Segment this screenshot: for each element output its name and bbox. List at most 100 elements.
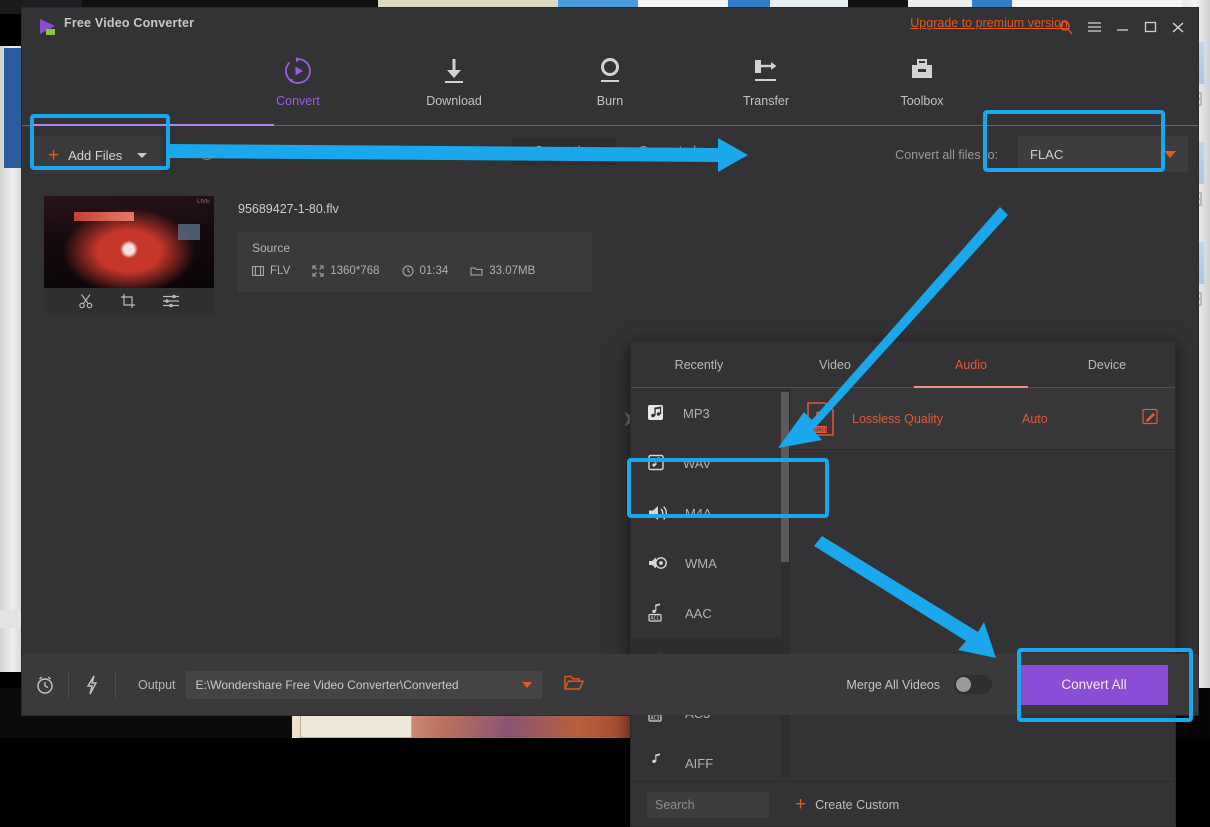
divider xyxy=(115,672,116,698)
merge-all-videos-group: Merge All Videos xyxy=(846,675,992,694)
preset-name: Lossless Quality xyxy=(852,412,1022,426)
file-size-value: 33.07MB xyxy=(489,265,535,277)
nav-item-toolbox[interactable]: Toolbox xyxy=(876,54,968,126)
nav-label-toolbox: Toolbox xyxy=(876,94,968,108)
format-category-tabs: Recently Video Audio Device xyxy=(631,342,1175,388)
format-item-mp3[interactable]: MP3 xyxy=(631,388,789,438)
transfer-icon xyxy=(720,54,812,88)
file-format: FLV xyxy=(252,265,290,277)
format-panel-footer: + Create Custom xyxy=(631,781,1175,827)
format-item-aiff[interactable]: AIFF xyxy=(631,738,789,781)
minimize-icon[interactable] xyxy=(1108,14,1136,40)
converting-tabs: Converting Converted xyxy=(512,137,718,165)
maximize-icon[interactable] xyxy=(1136,14,1164,40)
tab-video[interactable]: Video xyxy=(767,342,903,387)
file-format-value: FLV xyxy=(270,265,290,277)
format-list-scrollbar-thumb[interactable] xyxy=(781,392,789,562)
format-item-aac-label: AAC xyxy=(685,606,712,621)
edit-icon[interactable] xyxy=(1142,408,1159,430)
chevron-down-icon[interactable] xyxy=(292,151,300,156)
open-folder-icon[interactable] xyxy=(564,674,584,696)
plus-icon: + xyxy=(795,795,806,814)
film-icon xyxy=(252,265,264,277)
tab-converted[interactable]: Converted xyxy=(616,137,718,165)
action-toolbar: + Add Files Load DVD Converting Converte… xyxy=(22,126,1198,184)
main-nav: Convert Download Burn xyxy=(22,46,1198,126)
nav-label-transfer: Transfer xyxy=(720,94,812,108)
window-controls xyxy=(1052,14,1192,40)
nav-item-transfer[interactable]: Transfer xyxy=(720,54,812,126)
toolbox-icon xyxy=(876,54,968,88)
convert-icon xyxy=(252,54,344,88)
background-scrollbar-left xyxy=(4,48,22,168)
file-resolution-value: 1360*768 xyxy=(330,265,379,277)
convert-all-button[interactable]: Convert All xyxy=(1020,665,1168,705)
format-item-wav-label: WAV xyxy=(683,456,711,471)
merge-all-videos-toggle[interactable] xyxy=(954,675,992,694)
file-size: 33.07MB xyxy=(470,265,535,277)
crop-icon[interactable] xyxy=(120,293,136,309)
tab-device[interactable]: Device xyxy=(1039,342,1175,387)
close-icon[interactable] xyxy=(1164,14,1192,40)
search-icon[interactable] xyxy=(1052,14,1080,40)
file-name: 95689427-1-80.flv xyxy=(238,202,620,216)
m4a-icon xyxy=(647,503,669,523)
search-input[interactable] xyxy=(655,798,761,812)
format-select[interactable]: FLAC xyxy=(1018,136,1188,172)
mp3-icon xyxy=(647,403,667,423)
format-item-m4a[interactable]: M4A xyxy=(631,488,789,538)
format-item-wma-label: WMA xyxy=(685,556,717,571)
file-thumbnail-wrapper: LIVE xyxy=(44,196,214,314)
tab-audio[interactable]: Audio xyxy=(903,342,1039,387)
output-path-value: E:\Wondershare Free Video Converter\Conv… xyxy=(196,678,459,692)
chevron-down-icon[interactable] xyxy=(137,153,147,158)
bottom-bar: Output E:\Wondershare Free Video Convert… xyxy=(22,654,1198,715)
load-dvd-button[interactable]: Load DVD xyxy=(200,146,300,160)
create-custom-label: Create Custom xyxy=(815,798,899,812)
format-item-wav[interactable]: WAV xyxy=(631,438,789,488)
nav-item-convert[interactable]: Convert xyxy=(252,54,344,126)
convert-all-to-label: Convert all files to: xyxy=(895,148,998,162)
source-label: Source xyxy=(252,241,578,255)
folder-icon xyxy=(470,265,483,277)
upgrade-link[interactable]: Upgrade to premium version xyxy=(910,16,1068,30)
format-select-value: FLAC xyxy=(1030,147,1063,162)
file-source-box: Source FLV xyxy=(238,232,592,292)
thumbnail-tools xyxy=(44,288,214,314)
app-window: Free Video Converter Upgrade to premium … xyxy=(22,8,1198,715)
file-card: LIVE xyxy=(44,196,620,314)
effects-icon[interactable] xyxy=(162,293,180,309)
burn-icon xyxy=(564,54,656,88)
format-item-mp3-label: MP3 xyxy=(683,406,710,421)
output-path-select[interactable]: E:\Wondershare Free Video Converter\Conv… xyxy=(186,671,542,699)
chevron-down-icon xyxy=(522,682,532,688)
format-list[interactable]: MP3 WAV M4A xyxy=(631,388,789,781)
preset-row-lossless[interactable]: SOURCE Lossless Quality Auto xyxy=(790,388,1175,450)
tab-converting[interactable]: Converting xyxy=(512,137,616,165)
app-logo-icon xyxy=(38,18,58,36)
format-item-wma[interactable]: WMA xyxy=(631,538,789,588)
svg-text:AC3: AC3 xyxy=(650,716,659,722)
svg-text:SOURCE: SOURCE xyxy=(809,427,827,433)
create-custom-button[interactable]: + Create Custom xyxy=(795,795,899,814)
nav-label-convert: Convert xyxy=(252,94,344,108)
file-duration: 01:34 xyxy=(402,265,449,277)
hamburger-icon[interactable] xyxy=(1080,14,1108,40)
tab-recently[interactable]: Recently xyxy=(631,342,767,387)
alarm-clock-icon[interactable] xyxy=(22,675,68,695)
file-duration-value: 01:34 xyxy=(420,265,449,277)
format-dropdown-panel: Recently Video Audio Device MP3 xyxy=(630,341,1176,827)
output-label: Output xyxy=(138,678,176,692)
add-files-button[interactable]: + Add Files xyxy=(34,136,161,174)
nav-item-burn[interactable]: Burn xyxy=(564,54,656,126)
merge-all-videos-label: Merge All Videos xyxy=(846,678,940,692)
lightning-icon[interactable] xyxy=(69,675,115,695)
format-item-aac[interactable]: ACC AAC xyxy=(631,588,789,638)
file-thumbnail[interactable]: LIVE xyxy=(44,196,214,288)
trim-icon[interactable] xyxy=(78,293,94,309)
format-item-m4a-label: M4A xyxy=(685,506,712,521)
nav-item-download[interactable]: Download xyxy=(408,54,500,126)
add-files-label: Add Files xyxy=(68,148,122,163)
format-search-box[interactable] xyxy=(647,792,769,818)
disc-icon xyxy=(200,146,214,160)
